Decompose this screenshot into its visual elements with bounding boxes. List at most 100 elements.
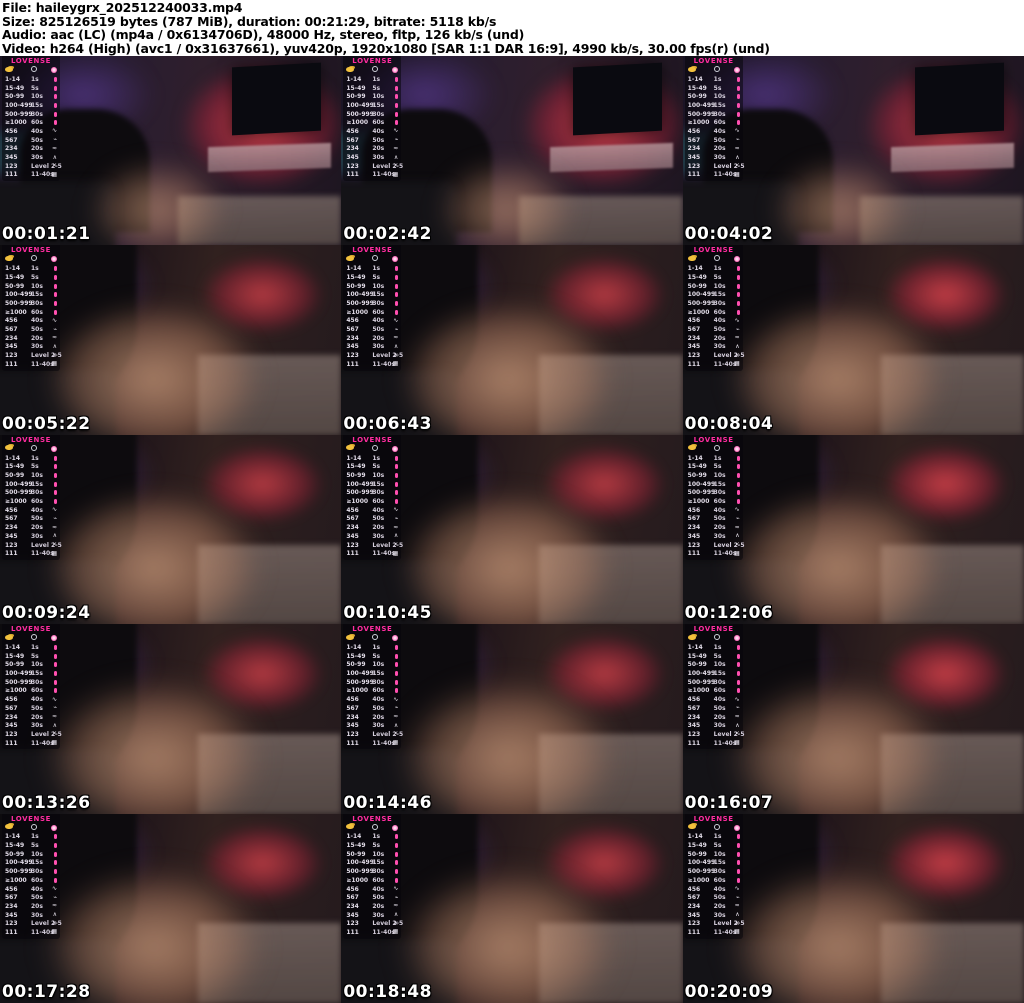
tip-amount: 15-49 [687, 652, 707, 660]
toy-level-icon [54, 860, 57, 866]
tip-pattern-row: 123 Level 2-5 × [688, 730, 745, 739]
toy-level-icon [395, 645, 399, 651]
video-frame-thumbnail: LOVENSE 1-14 1s 15-49 5s 50-99 10s 100-499 15s 5… [682, 813, 1024, 1003]
tip-pattern-row: 567 50s ⌁ [346, 893, 398, 902]
tip-amount: 1-14 [346, 265, 362, 273]
tip-amount: 100-499 [346, 859, 374, 867]
tip-level-row: 500-999 30s [346, 678, 399, 687]
tip-level-row: 500-999 30s [346, 299, 399, 308]
tip-duration: 15s [372, 859, 385, 867]
tip-duration: 1s [713, 454, 722, 462]
toy-icon [733, 256, 740, 263]
tip-duration: 15s [31, 480, 43, 488]
random-pattern-icon: ▦ [51, 170, 57, 178]
tip-amount: 234 [346, 713, 359, 721]
toy-level-icon [736, 300, 740, 306]
tip-amount: 123 [346, 920, 359, 928]
tip-amount: 234 [5, 713, 18, 721]
tip-duration: 60s [372, 687, 385, 695]
tip-duration: 60s [713, 308, 726, 316]
metadata-line-file: File: haileygrx_202512240033.mp4 [2, 0, 243, 15]
tip-duration: Level 2-5 [372, 162, 404, 170]
tip-level-row: 50-99 10s [5, 850, 57, 859]
tip-amount: ≥1000 [687, 308, 710, 316]
tip-amount: 123 [5, 162, 18, 170]
toy-level-icon [54, 455, 57, 461]
tip-level-row: 500-999 30s [346, 110, 399, 119]
earthquake-pattern-icon: ∧ [393, 911, 399, 919]
tip-amount: 111 [5, 360, 18, 368]
lovense-logo: LOVENSE [352, 435, 393, 444]
tip-pattern-row: 234 20s ≈ [346, 334, 398, 343]
toy-level-icon [395, 671, 399, 677]
tip-pattern-row: 234 20s ≈ [346, 145, 398, 154]
tip-duration: 50s [372, 326, 385, 334]
toy-level-icon [54, 688, 57, 694]
tip-duration: 10s [31, 472, 43, 479]
tip-coins-icon [5, 66, 13, 72]
tip-duration: 11-40s [372, 928, 396, 936]
tip-level-row: 100-499 15s [5, 480, 57, 489]
tip-pattern-row: 456 40s ∿ [688, 506, 740, 515]
earthquake-pattern-icon: ∧ [52, 153, 57, 161]
tip-level-row: 100-499 15s [688, 859, 740, 868]
wave-pattern-icon: ∿ [51, 885, 57, 893]
tip-amount: 111 [5, 171, 18, 179]
wave-pattern-icon: ∿ [393, 885, 399, 893]
tip-amount: 123 [346, 352, 359, 360]
tip-amount: 456 [346, 696, 359, 704]
frame-timestamp: 00:09:24 [2, 603, 91, 624]
tip-pattern-row: 123 Level 2-5 × [688, 919, 745, 928]
tip-amount: 234 [346, 524, 359, 532]
tip-amount: 500-999 [687, 678, 716, 686]
random-pattern-icon: ▦ [733, 360, 740, 368]
pulse-pattern-icon: ⌁ [53, 893, 57, 901]
lovense-rows: 1-14 1s 15-49 5s 50-99 10s 100-499 15s 500-999 30… [346, 643, 403, 747]
video-frame-thumbnail: LOVENSE 1-14 1s 15-49 5s 50-99 10s 100-499 15s 5… [682, 434, 1024, 625]
tip-duration: 30s [31, 678, 43, 686]
tip-amount: 123 [5, 541, 18, 549]
random-pattern-icon: ▦ [733, 928, 740, 936]
tip-level-row: ≥1000 60s [5, 118, 57, 127]
waves-pattern-icon: ≈ [51, 523, 57, 531]
tip-duration: 5s [713, 842, 722, 850]
lovense-logo: LOVENSE [352, 625, 393, 634]
tip-pattern-row: 123 Level 2-5 × [5, 919, 62, 928]
tip-amount: ≥1000 [5, 119, 27, 127]
tip-level-row: 1-14 1s [688, 833, 740, 842]
tip-duration: 20s [372, 902, 385, 910]
tip-amount: 567 [346, 894, 359, 902]
waves-pattern-icon: ≈ [393, 713, 399, 721]
tip-duration: 50s [372, 136, 385, 144]
tip-amount: 500-999 [687, 110, 716, 118]
lovense-tip-menu-overlay: LOVENSE 1-14 1s 15-49 5s 50-99 10s 100-499 15s 5… [684, 813, 745, 939]
tip-level-row: 50-99 10s [346, 471, 399, 480]
wave-pattern-icon: ∿ [734, 695, 740, 703]
tip-duration: 40s [372, 127, 385, 135]
tip-amount: 456 [5, 885, 18, 893]
video-frame-thumbnail: LOVENSE 1-14 1s 15-49 5s 50-99 10s 100-499 15s 5… [0, 813, 342, 1003]
tip-amount: 345 [346, 532, 359, 540]
earthquake-pattern-icon: ∧ [735, 532, 740, 540]
tip-level-row: 15-49 5s [688, 84, 740, 93]
lovense-tip-menu-overlay: LOVENSE 1-14 1s 15-49 5s 50-99 10s 100-499 15s 5… [684, 434, 745, 561]
random-pattern-icon: ▦ [733, 739, 740, 747]
tip-amount: 234 [346, 145, 359, 153]
tip-amount: 345 [346, 343, 359, 351]
tip-pattern-row: 111 11-40s ▦ [5, 928, 57, 937]
tip-amount: 123 [5, 730, 18, 738]
earthquake-pattern-icon: ∧ [735, 911, 740, 919]
tip-amount: ≥1000 [5, 498, 27, 506]
pulse-pattern-icon: ⌁ [394, 704, 399, 712]
tip-duration: 40s [372, 696, 385, 704]
tip-pattern-row: 111 11-40s ▦ [346, 928, 398, 937]
tip-duration: 50s [713, 515, 726, 523]
tip-pattern-row: 111 11-40s ▦ [346, 171, 398, 180]
tip-coins-icon [687, 634, 696, 640]
tip-amount: 500-999 [346, 110, 374, 118]
tip-amount: 567 [5, 515, 18, 523]
tip-amount: 15-49 [346, 273, 366, 281]
tip-amount: 567 [687, 136, 701, 144]
lovense-tip-menu-overlay: LOVENSE 1-14 1s 15-49 5s 50-99 10s 100-499 15s 5… [2, 245, 62, 371]
toy-level-icon [54, 85, 57, 91]
